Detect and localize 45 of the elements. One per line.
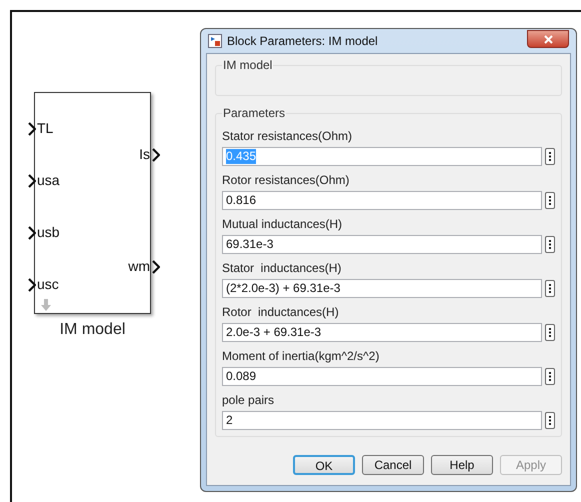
port-label: Is <box>139 145 150 164</box>
field-label: Stator resistances(Ohm) <box>222 128 354 145</box>
window-title: Block Parameters: IM model <box>227 33 378 50</box>
field-label: pole pairs <box>222 392 276 409</box>
dialog-button[interactable]: Help <box>431 455 493 475</box>
more-options-button[interactable] <box>545 148 555 165</box>
more-options-button[interactable] <box>545 412 555 429</box>
more-options-button[interactable] <box>545 236 555 253</box>
close-button[interactable] <box>527 30 569 48</box>
dialog-button[interactable]: OK <box>293 455 355 475</box>
field-label: Mutual inductances(H) <box>222 216 344 233</box>
block-name: IM model <box>60 320 126 340</box>
subsystem-block[interactable] <box>34 92 151 314</box>
field-value: 0.816 <box>226 193 256 208</box>
port-label: usc <box>37 275 59 294</box>
field-value: 69.31e-3 <box>226 237 274 252</box>
parameter-field[interactable]: (2*2.0e-3) + 69.31e-3 <box>222 279 542 298</box>
field-value: 0.435 <box>226 149 256 164</box>
parameter-field[interactable]: 2 <box>222 411 542 430</box>
field-value: 0.089 <box>226 369 256 384</box>
app-icon <box>208 34 222 48</box>
more-options-button[interactable] <box>545 368 555 385</box>
port-label: usb <box>37 223 60 242</box>
port-label: wm <box>128 257 150 276</box>
field-label: Rotor resistances(Ohm) <box>222 172 350 189</box>
port-label: TL <box>37 119 54 138</box>
more-options-button[interactable] <box>545 192 555 209</box>
group-title: IM model <box>222 57 274 74</box>
field-value: (2*2.0e-3) + 69.31e-3 <box>226 281 340 296</box>
parameter-field[interactable]: 2.0e-3 + 69.31e-3 <box>222 323 542 342</box>
field-label: Moment of inertia(kgm^2/s^2) <box>222 348 380 365</box>
more-options-button[interactable] <box>545 324 555 341</box>
parameter-field[interactable]: 69.31e-3 <box>222 235 542 254</box>
parameter-field[interactable]: 0.089 <box>222 367 542 386</box>
down-arrow-icon <box>41 299 51 311</box>
more-options-button[interactable] <box>545 280 555 297</box>
field-value: 2 <box>226 413 233 428</box>
close-icon <box>544 34 552 44</box>
parameter-field[interactable]: 0.816 <box>222 191 542 210</box>
field-label: Rotor inductances(H) <box>222 304 340 321</box>
field-value: 2.0e-3 + 69.31e-3 <box>226 325 322 340</box>
field-label: Stator inductances(H) <box>222 260 342 277</box>
group-title: Parameters <box>222 105 286 122</box>
dialog-button[interactable]: Cancel <box>362 455 424 475</box>
port-label: usa <box>37 171 60 190</box>
